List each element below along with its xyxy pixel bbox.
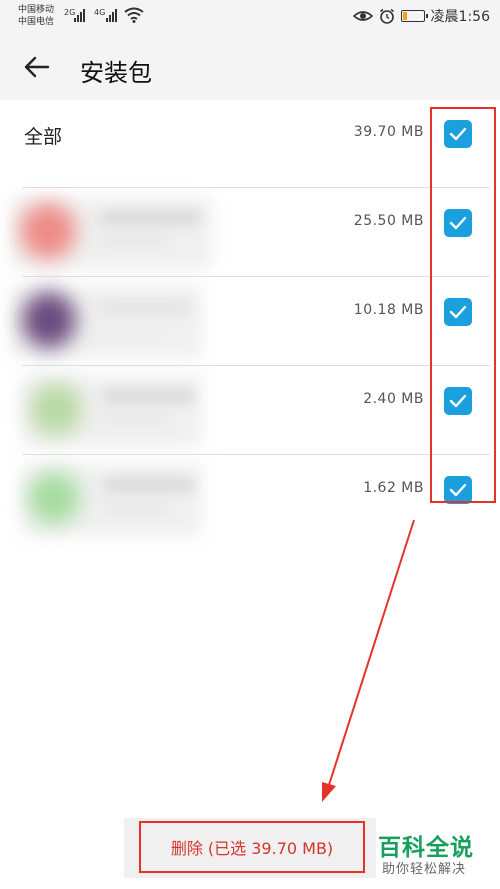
bottom-bar: 删除 (已选 39.70 MB) 百科全说 助你轻松解决 [0, 810, 500, 889]
delete-button[interactable]: 删除 (已选 39.70 MB) [139, 821, 365, 873]
annotation-arrow-icon [322, 519, 415, 802]
watermark-subtitle: 助你轻松解决 [382, 862, 467, 877]
watermark-title: 百科全说 [378, 835, 474, 861]
